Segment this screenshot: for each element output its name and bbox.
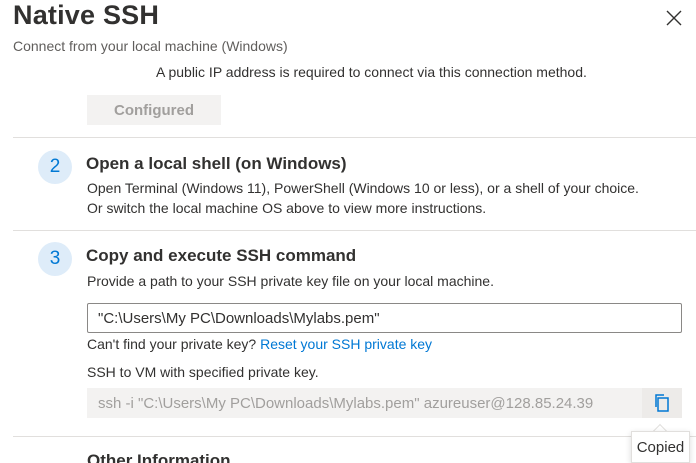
step-3-badge: 3 (38, 242, 72, 276)
reset-ssh-key-link[interactable]: Reset your SSH private key (260, 336, 432, 352)
panel-subtitle: Connect from your local machine (Windows… (13, 38, 288, 54)
step-2-line-2: Or switch the local machine OS above to … (87, 200, 487, 216)
panel-title: Native SSH (13, 0, 160, 30)
public-ip-info: A public IP address is required to conne… (156, 64, 587, 80)
close-icon (666, 10, 682, 26)
cant-find-key-text: Can't find your private key? (87, 336, 257, 352)
cant-find-key-row: Can't find your private key? Reset your … (87, 334, 432, 354)
other-information-heading: Other Information (87, 451, 231, 463)
close-button[interactable] (662, 6, 686, 30)
section-divider (13, 436, 696, 437)
configured-button[interactable]: Configured (87, 95, 221, 125)
private-key-path-input[interactable] (87, 303, 682, 333)
ssh-command-field[interactable]: ssh -i "C:\Users\My PC\Downloads\Mylabs.… (87, 388, 642, 418)
section-divider (13, 230, 696, 231)
step-2-badge: 2 (38, 150, 72, 184)
step-3-description: Provide a path to your SSH private key f… (87, 273, 494, 289)
ssh-command-label: SSH to VM with specified private key. (87, 364, 319, 380)
step-2-title: Open a local shell (on Windows) (86, 154, 347, 173)
step-3-title: Copy and execute SSH command (86, 246, 357, 265)
copy-command-button[interactable] (642, 388, 682, 418)
ssh-command-text: ssh -i "C:\Users\My PC\Downloads\Mylabs.… (98, 394, 594, 412)
step-2-line-1: Open Terminal (Windows 11), PowerShell (… (87, 180, 639, 196)
copied-tooltip: Copied (631, 431, 690, 463)
copy-icon (655, 394, 669, 412)
section-divider (13, 137, 696, 138)
